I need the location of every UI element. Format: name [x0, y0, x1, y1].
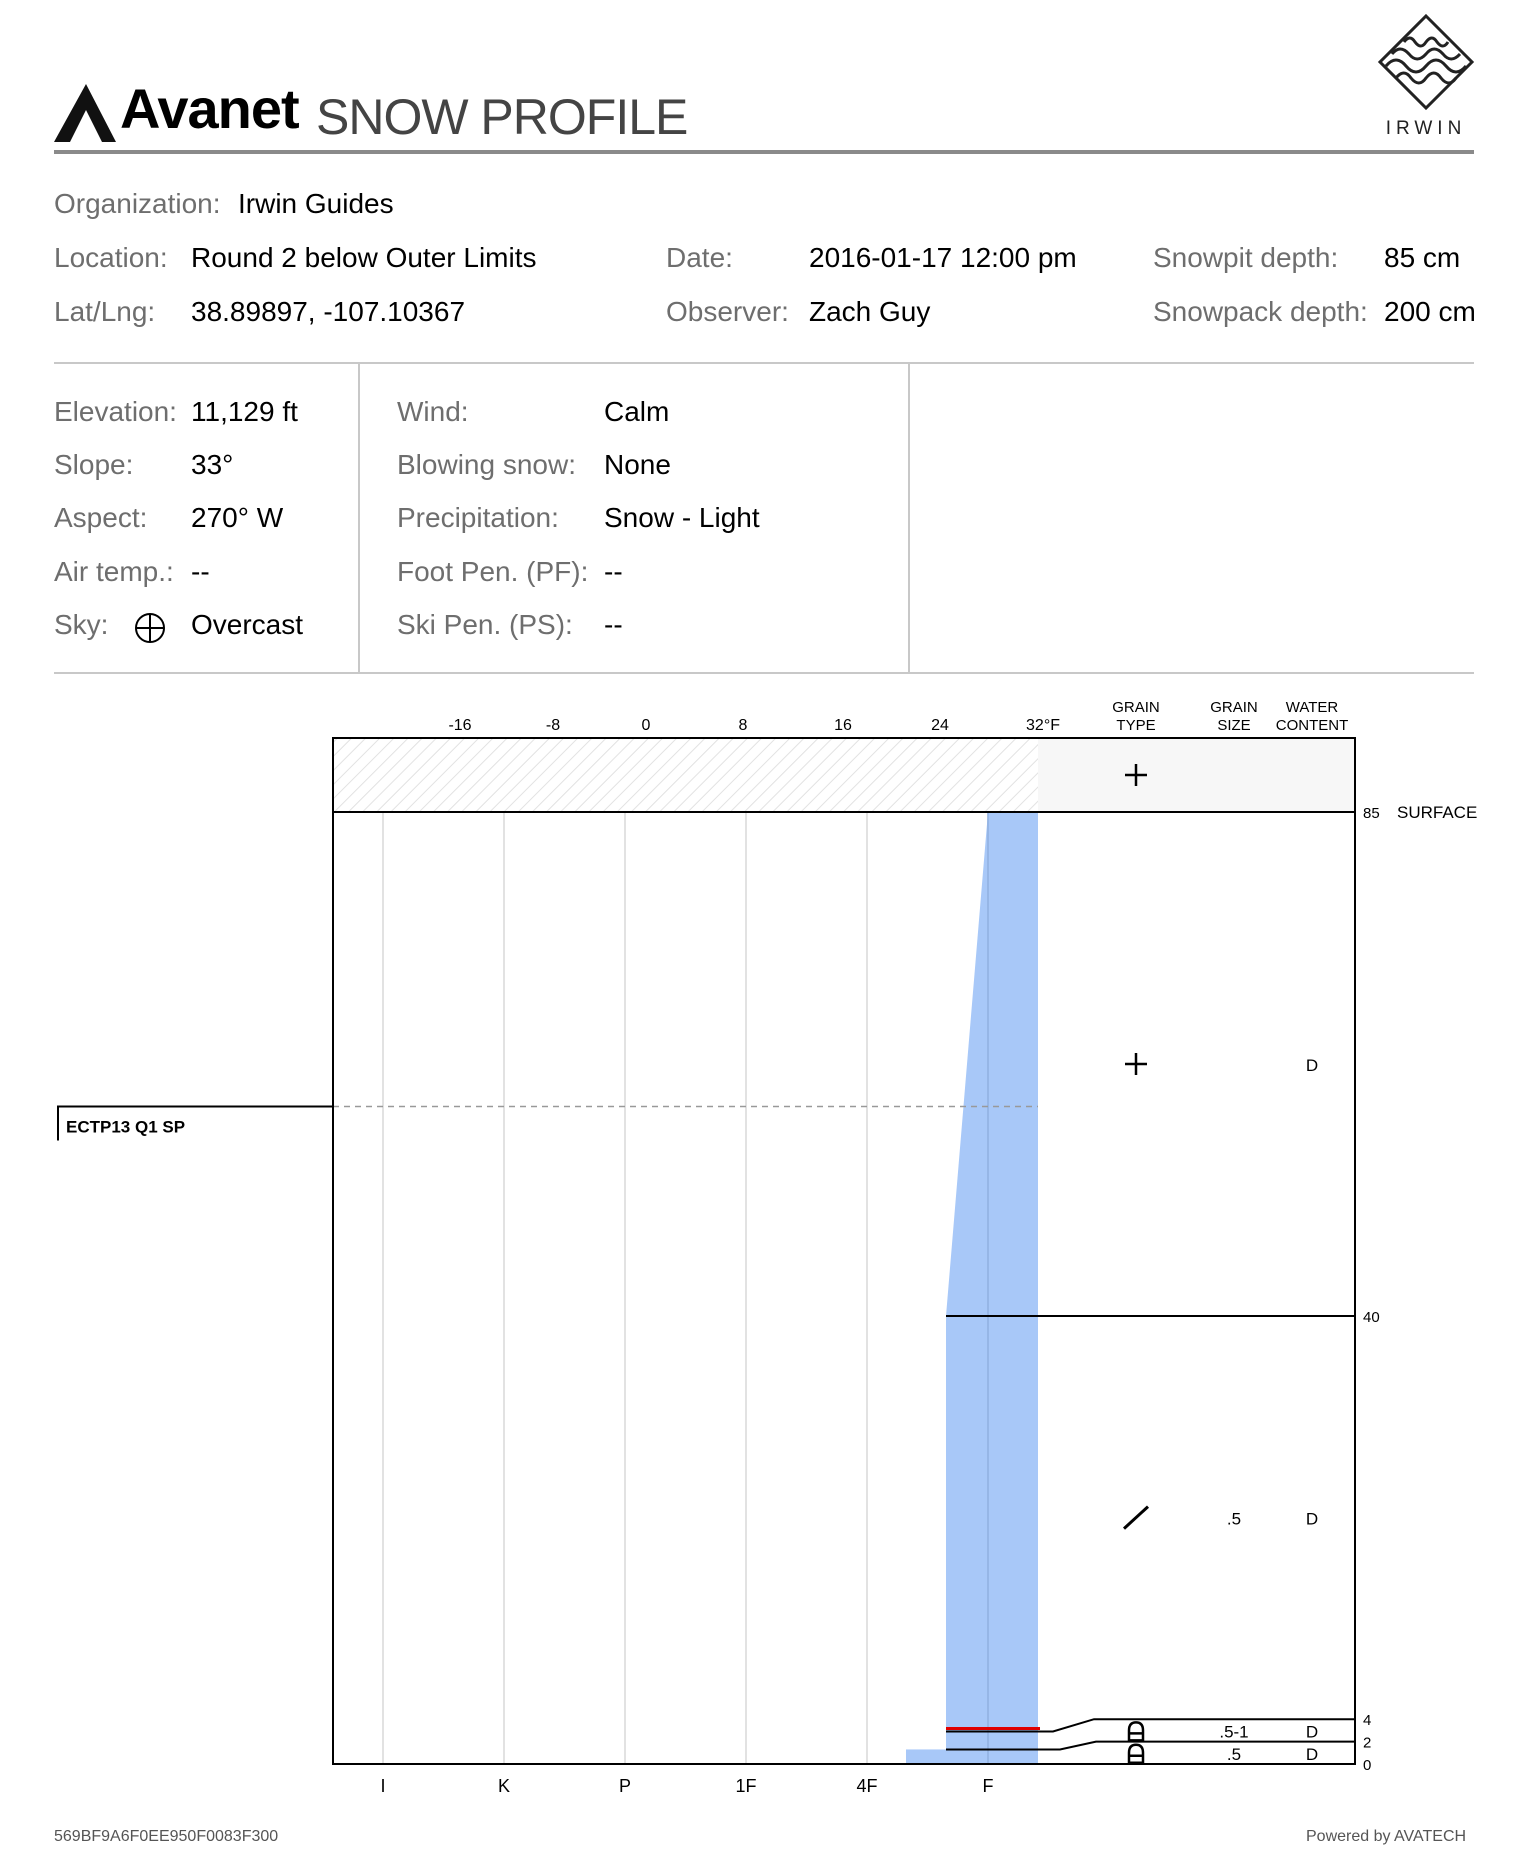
grain-type-header: GRAIN — [1112, 699, 1160, 716]
temperature-tick-label: 32°F — [1026, 717, 1060, 734]
hardness-tick-label: 1F — [735, 1776, 756, 1796]
hardness-tick-label: 4F — [856, 1776, 877, 1796]
water-content-value: D — [1306, 1510, 1318, 1529]
hardness-tick-label: K — [498, 1776, 510, 1796]
temperature-tick-label: 16 — [834, 717, 852, 734]
hardness-tick-label: P — [619, 1776, 631, 1796]
height-label: 40 — [1363, 1309, 1380, 1326]
surface-label: SURFACE — [1397, 803, 1477, 822]
grain-size-value: .5-1 — [1219, 1722, 1248, 1741]
hardness-profile — [946, 812, 1038, 1764]
temperature-tick-label: 0 — [642, 717, 651, 734]
temperature-tick-label: 8 — [739, 717, 748, 734]
temperature-tick-label: 24 — [931, 717, 949, 734]
grain-type-header: TYPE — [1116, 717, 1155, 734]
hardness-tick-label: F — [983, 1776, 994, 1796]
snow-profile-chart: ECTP13 Q1 SP-16 -8 0 8 16 24 32°FGRAINTYPEGRAI… — [57, 699, 1477, 1796]
height-label: 85 — [1363, 805, 1380, 822]
surface-hatch — [333, 738, 1038, 812]
hardness-profile-base — [906, 1749, 946, 1764]
hardness-tick-label: I — [380, 1776, 385, 1796]
water-content-header: WATER — [1286, 699, 1339, 716]
temperature-tick-label: -16 — [448, 717, 471, 734]
surface-grain-cell — [1038, 738, 1355, 812]
grain-size-value: .5 — [1227, 1510, 1241, 1529]
height-label: 4 — [1363, 1712, 1371, 1729]
height-label: 0 — [1363, 1757, 1371, 1774]
height-label: 2 — [1363, 1735, 1371, 1752]
grain-type-depth-hoar-icon — [1127, 1721, 1145, 1742]
test-result-label: ECTP13 Q1 SP — [66, 1118, 185, 1137]
temperature-tick-label: -8 — [546, 717, 560, 734]
powered-by: Powered by AVATECH — [1306, 1828, 1467, 1845]
grain-type-depth-hoar-icon — [1127, 1743, 1145, 1765]
grain-size-value: .5 — [1227, 1745, 1241, 1764]
water-content-value: D — [1306, 1056, 1318, 1075]
water-content-header: CONTENT — [1276, 717, 1349, 734]
grain-type-slash-icon — [1122, 1505, 1150, 1530]
profile-id: 569BF9A6F0EE950F0083F300 — [54, 1828, 279, 1845]
grain-size-header: GRAIN — [1210, 699, 1258, 716]
water-content-value: D — [1306, 1722, 1318, 1741]
chart-frame — [332, 737, 1356, 1765]
water-content-value: D — [1306, 1745, 1318, 1764]
grain-size-header: SIZE — [1217, 717, 1250, 734]
